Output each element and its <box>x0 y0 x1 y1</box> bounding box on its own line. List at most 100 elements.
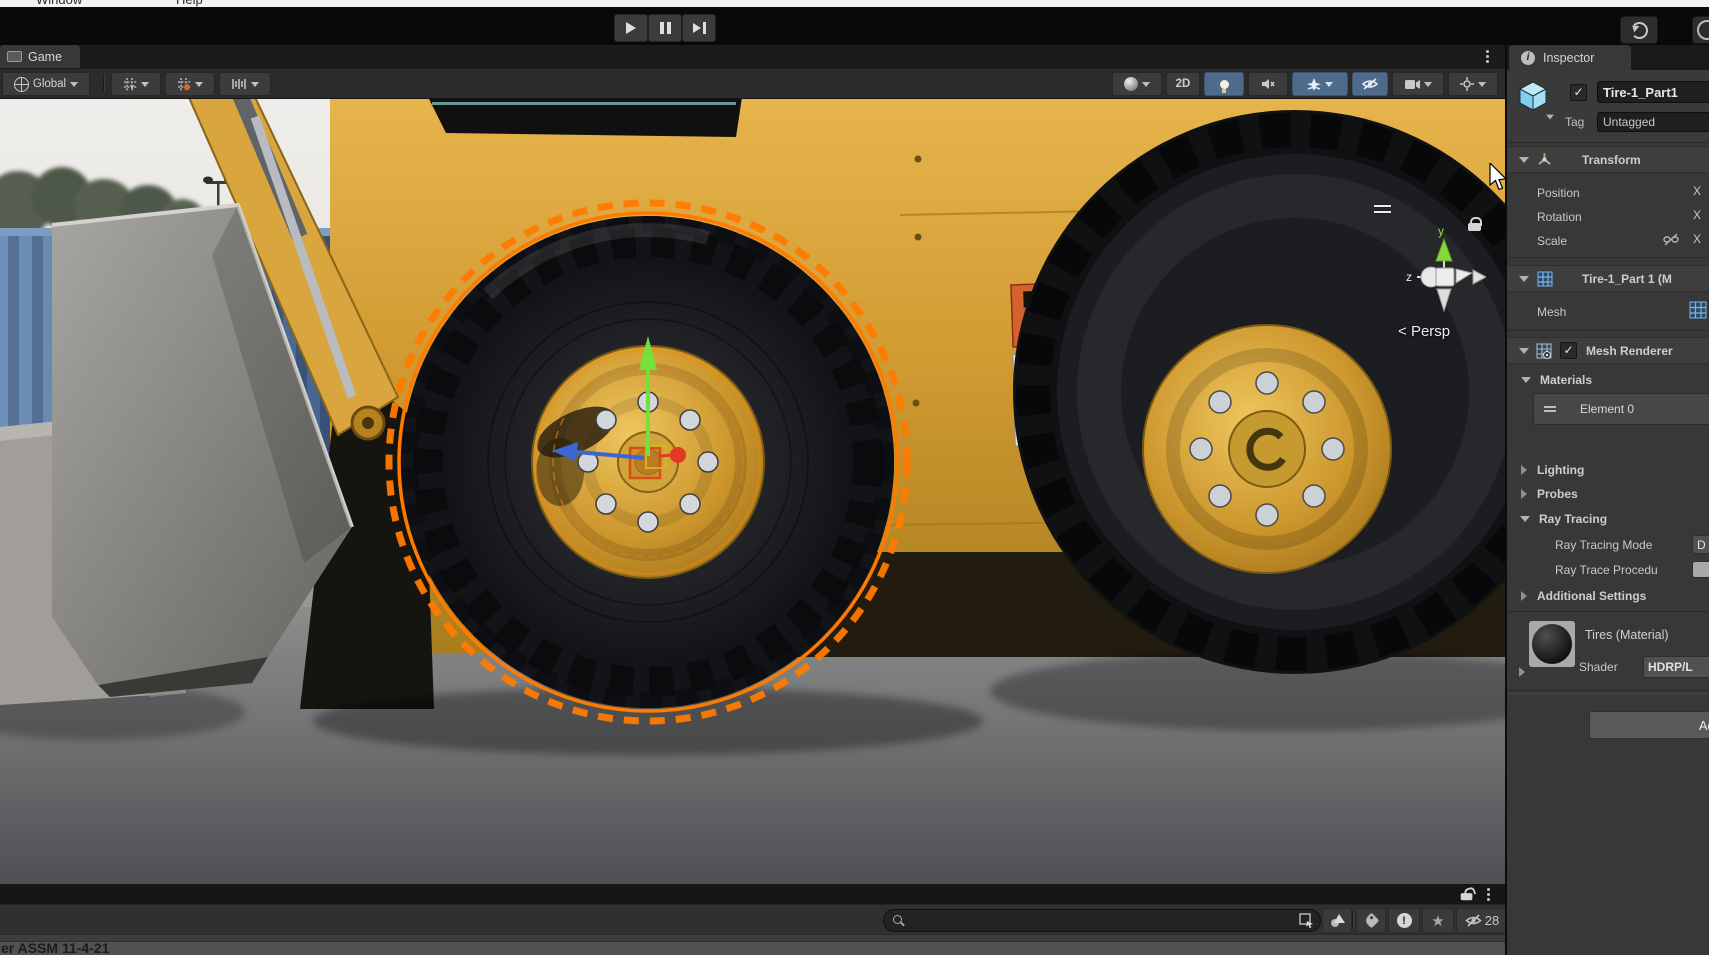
global-label: Global <box>33 78 66 90</box>
alert-filter-button[interactable]: ! <box>1388 908 1420 933</box>
material-preview[interactable] <box>1529 621 1575 667</box>
favorites-button[interactable]: ★ <box>1422 908 1454 933</box>
transform-header[interactable]: Transform <box>1507 146 1709 173</box>
search-toolbar: ! ★ 28 <box>0 904 1505 935</box>
toolbar-separator <box>103 74 105 92</box>
position-label: Position <box>1537 186 1580 200</box>
axis-z-label: z <box>1406 270 1412 284</box>
chevron-down-icon <box>195 82 203 87</box>
material-foldout-icon[interactable] <box>1519 667 1525 677</box>
filter-by-label-button[interactable] <box>1356 908 1386 933</box>
game-tab-label: Game <box>28 50 62 64</box>
game-viewport[interactable]: WARNING MOVING MACHINERY <box>0 97 1505 884</box>
position-row[interactable]: Position <box>1507 184 1709 202</box>
ray-trace-procedural-row[interactable]: Ray Trace Procedu <box>1507 561 1709 579</box>
object-name-field[interactable]: Tire-1_Part1 <box>1597 81 1709 103</box>
scene-visibility-button[interactable] <box>1352 72 1388 96</box>
unity-editor-window: Window Help Game <box>0 0 1709 955</box>
scene-orientation-gizmo[interactable]: y z < Persp <box>1368 195 1505 351</box>
material-sphere-icon <box>1532 624 1572 664</box>
additional-settings-foldout[interactable]: Additional Settings <box>1507 587 1709 605</box>
2d-toggle-button[interactable]: 2D <box>1166 72 1200 96</box>
audio-toggle-button[interactable] <box>1248 72 1288 96</box>
mesh-renderer-header[interactable]: ✓ Mesh Renderer <box>1507 337 1709 364</box>
pause-button[interactable] <box>648 14 682 42</box>
axis-gizmo[interactable]: y z <box>1402 223 1486 319</box>
tab-inspector[interactable]: i Inspector <box>1509 45 1631 70</box>
foldout-open-icon[interactable] <box>1519 348 1529 354</box>
hidden-count-button[interactable]: 28 <box>1456 908 1508 933</box>
menu-help[interactable]: Help <box>176 0 203 7</box>
lighting-foldout[interactable]: Lighting <box>1507 461 1709 479</box>
camera-settings-button[interactable] <box>1392 72 1444 96</box>
chevron-down-icon <box>1478 82 1486 87</box>
inspector-tabbar: i Inspector <box>1507 45 1709 70</box>
hidden-eye-icon <box>1465 914 1482 927</box>
foldout-open-icon <box>1520 516 1530 522</box>
game-panel-menu-button[interactable] <box>1486 50 1489 53</box>
unlock-icon[interactable] <box>1461 888 1474 901</box>
add-component-button[interactable]: Add <box>1589 711 1709 739</box>
status-text: er ASSM 11-4-21 <box>1 941 109 955</box>
rotation-row[interactable]: Rotation <box>1507 208 1709 226</box>
gizmos-icon <box>1460 77 1474 91</box>
grid-snap-button[interactable]: Y <box>111 72 161 96</box>
mesh-object-picker-icon[interactable] <box>1689 301 1707 319</box>
menu-window[interactable]: Window <box>36 0 82 7</box>
ray-trace-procedural-field[interactable] <box>1692 561 1709 578</box>
pick-object-icon[interactable] <box>1299 913 1314 928</box>
mesh-filter-icon <box>1537 271 1553 287</box>
version-history-button[interactable] <box>1620 16 1658 44</box>
chevron-down-icon <box>251 82 259 87</box>
ray-tracing-mode-dropdown[interactable]: D <box>1692 535 1709 554</box>
lighting-toggle-button[interactable] <box>1204 72 1244 96</box>
foldout-closed-icon <box>1521 465 1527 475</box>
handle-orientation-button[interactable]: Global <box>2 72 90 96</box>
tag-dropdown[interactable]: Untagged <box>1597 112 1709 132</box>
materials-foldout-row[interactable]: Materials <box>1507 371 1709 389</box>
foldout-closed-icon <box>1521 489 1527 499</box>
play-button[interactable] <box>614 14 648 42</box>
os-menubar: Window Help <box>0 0 1709 7</box>
foldout-closed-icon <box>1521 591 1527 601</box>
effects-toggle-button[interactable] <box>1292 72 1348 96</box>
ray-trace-procedural-label: Ray Trace Procedu <box>1555 563 1658 577</box>
light-bulb-icon <box>1220 80 1229 89</box>
effects-icon <box>1307 78 1321 91</box>
drag-handle-icon[interactable] <box>1544 404 1556 414</box>
ray-tracing-foldout[interactable]: Ray Tracing <box>1507 510 1709 528</box>
snap-settings-button[interactable] <box>219 72 271 96</box>
ray-tracing-mode-row[interactable]: Ray Tracing Mode <box>1507 536 1709 554</box>
increment-snap-button[interactable] <box>165 72 215 96</box>
filter-by-type-button[interactable] <box>1322 908 1352 933</box>
status-bar: er ASSM 11-4-21 <box>0 941 1505 955</box>
material-element-row[interactable]: Element 0 <box>1533 393 1709 425</box>
version-history-icon <box>1631 22 1648 39</box>
foldout-open-icon[interactable] <box>1519 276 1529 282</box>
foldout-open-icon[interactable] <box>1519 157 1529 163</box>
shading-mode-button[interactable] <box>1112 72 1162 96</box>
perspective-label[interactable]: < Persp <box>1398 323 1450 340</box>
mesh-row[interactable]: Mesh <box>1507 303 1709 321</box>
gizmos-button[interactable] <box>1448 72 1498 96</box>
rotation-label: Rotation <box>1537 210 1582 224</box>
editor-topbar <box>0 7 1709 45</box>
scene-render: WARNING MOVING MACHINERY <box>0 97 1505 884</box>
account-button[interactable] <box>1692 16 1709 44</box>
chevron-down-icon <box>1424 82 1432 87</box>
probes-foldout[interactable]: Probes <box>1507 485 1709 503</box>
mesh-renderer-checkbox[interactable]: ✓ <box>1560 342 1577 359</box>
shader-dropdown[interactable]: HDRP/L <box>1643 656 1709 678</box>
search-input[interactable] <box>883 909 1321 932</box>
active-checkbox[interactable]: ✓ <box>1570 84 1587 101</box>
foldout-open-icon <box>1521 377 1531 383</box>
pause-icon <box>660 22 671 34</box>
constrain-proportions-icon[interactable] <box>1663 233 1679 246</box>
mesh-filter-header[interactable]: Tire-1_Part 1 (M <box>1507 265 1709 292</box>
step-button[interactable] <box>682 14 716 42</box>
tab-game[interactable]: Game <box>0 45 80 68</box>
footer-menu-button[interactable] <box>1487 888 1490 891</box>
scale-label: Scale <box>1537 234 1567 248</box>
header-foldout-icon[interactable] <box>1546 115 1554 120</box>
ruler-icon <box>232 78 247 90</box>
